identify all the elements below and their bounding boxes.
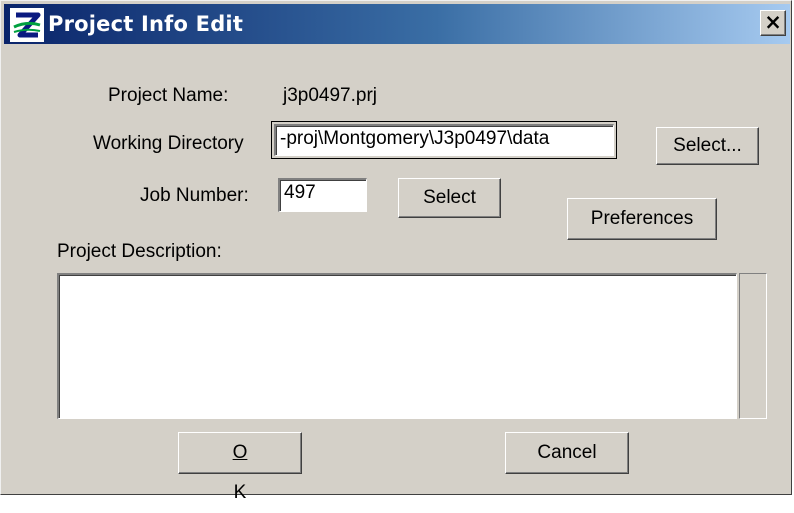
- ok-mnemonic: O: [232, 442, 248, 463]
- job-number-label: Job Number:: [140, 185, 249, 206]
- close-icon: ×: [764, 10, 782, 34]
- window-title: Project Info Edit: [48, 12, 244, 36]
- working-directory-label: Working Directory: [93, 133, 244, 154]
- working-directory-select-button[interactable]: Select...: [656, 127, 759, 165]
- title-bar[interactable]: Project Info Edit ×: [4, 4, 790, 44]
- preferences-button-label: Preferences: [590, 208, 694, 229]
- project-description-label: Project Description:: [57, 241, 222, 262]
- job-number-select-button[interactable]: Select: [398, 178, 501, 218]
- cancel-button[interactable]: Cancel: [505, 432, 629, 474]
- project-name-value: j3p0497.prj: [283, 85, 378, 106]
- cancel-button-label: Cancel: [537, 442, 597, 463]
- preferences-button[interactable]: Preferences: [567, 198, 717, 240]
- app-logo-icon: [10, 8, 44, 42]
- working-directory-select-label: Select...: [673, 135, 742, 156]
- ok-button[interactable]: OK: [178, 432, 302, 503]
- ok-label-rest: K: [233, 482, 247, 503]
- project-description-textarea[interactable]: [57, 273, 737, 419]
- project-info-edit-dialog: Project Info Edit × Project Name: j3p049…: [0, 0, 792, 503]
- project-name-label: Project Name:: [108, 85, 229, 106]
- job-number-input[interactable]: 497: [278, 178, 367, 212]
- job-number-select-label: Select: [423, 187, 476, 208]
- ok-button-label: OK: [179, 433, 301, 513]
- project-description-scrollbar[interactable]: [739, 273, 767, 419]
- close-button[interactable]: ×: [760, 10, 786, 36]
- working-directory-input[interactable]: -proj\Montgomery\J3p0497\data: [274, 124, 614, 156]
